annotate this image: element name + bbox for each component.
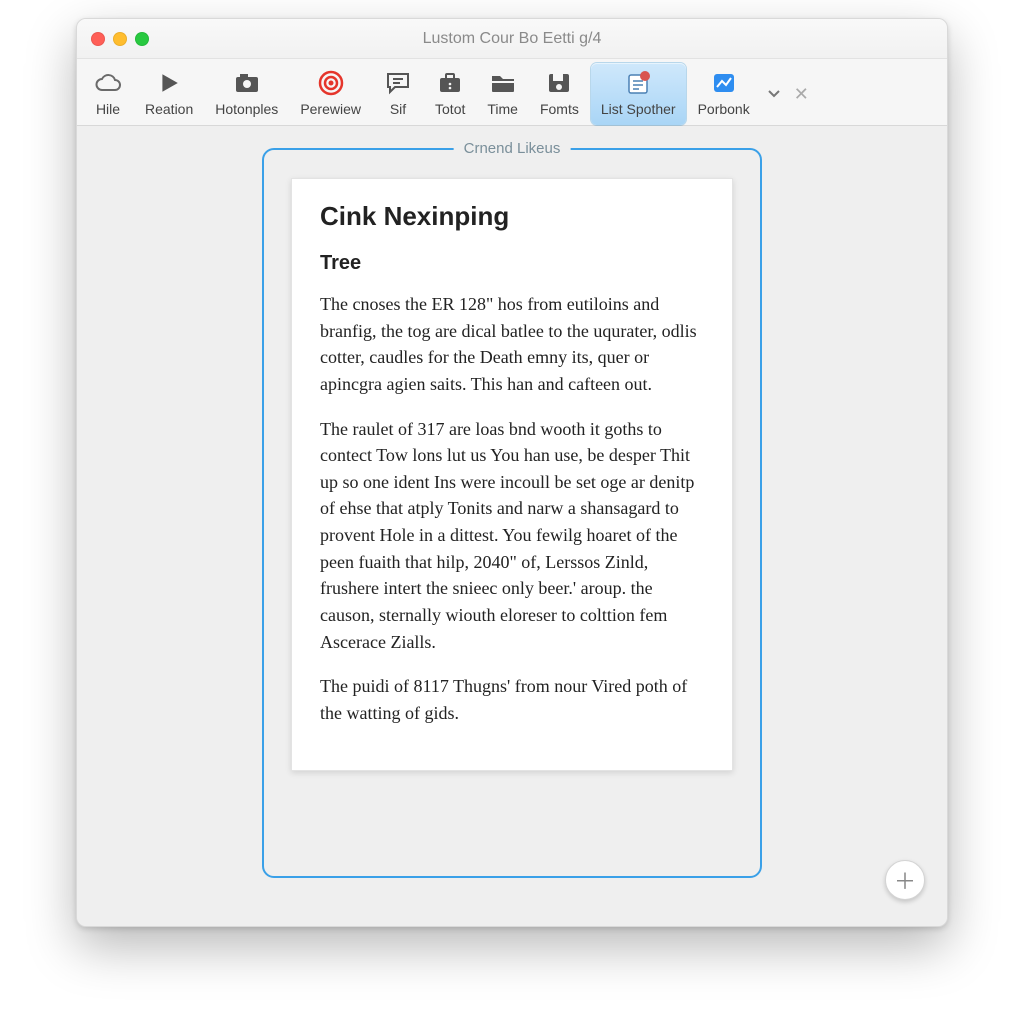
- toolbar: Hile Reation Hotonples Perewiew Sif: [77, 59, 947, 126]
- document-badge-icon: [623, 69, 653, 97]
- toolbar-list-spother[interactable]: List Spother: [591, 63, 686, 125]
- toolbar-hile[interactable]: Hile: [83, 63, 133, 125]
- toolbar-label: Time: [487, 101, 518, 117]
- plus-icon: ＋: [894, 864, 916, 896]
- tab-close-button[interactable]: ✕: [788, 84, 815, 105]
- titlebar: Lustom Cour Bo Eetti g/4: [77, 19, 947, 59]
- toolbar-label: Hotonples: [215, 101, 278, 117]
- save-icon: [544, 69, 574, 97]
- toolbar-label: List Spother: [601, 101, 676, 117]
- toolbar-overflow-button[interactable]: [762, 80, 786, 108]
- content-area: Crnend Likeus Cink Nexinping Tree The cn…: [77, 126, 947, 926]
- toolbar-time[interactable]: Time: [477, 63, 528, 125]
- document-page: Cink Nexinping Tree The cnoses the ER 12…: [291, 178, 733, 771]
- target-icon: [316, 69, 346, 97]
- toolbar-hotonples[interactable]: Hotonples: [205, 63, 288, 125]
- toolbar-label: Totot: [435, 101, 465, 117]
- toolbar-label: Perewiew: [300, 101, 361, 117]
- add-button[interactable]: ＋: [885, 860, 925, 900]
- app-window: Lustom Cour Bo Eetti g/4 Hile Reation Ho…: [76, 18, 948, 927]
- cloud-icon: [93, 69, 123, 97]
- doc-paragraph: The cnoses the ER 128" hos from eutiloin…: [320, 291, 704, 398]
- zoom-window-button[interactable]: [135, 32, 149, 46]
- chat-icon: [383, 69, 413, 97]
- toolbar-reation[interactable]: Reation: [135, 63, 203, 125]
- frame-label: Crnend Likeus: [454, 140, 571, 157]
- play-icon: [154, 69, 184, 97]
- window-title: Lustom Cour Bo Eetti g/4: [77, 30, 947, 48]
- traffic-lights: [91, 32, 149, 46]
- toolbar-totot[interactable]: Totot: [425, 63, 475, 125]
- toolbar-sif[interactable]: Sif: [373, 63, 423, 125]
- toolbar-label: Reation: [145, 101, 193, 117]
- close-window-button[interactable]: [91, 32, 105, 46]
- toolbar-label: Porbonk: [698, 101, 750, 117]
- doc-paragraph: The puidi of 8117 Thugns' from nour Vire…: [320, 673, 704, 726]
- briefcase-icon: [435, 69, 465, 97]
- toolbar-fomts[interactable]: Fomts: [530, 63, 589, 125]
- camera-icon: [232, 69, 262, 97]
- chart-icon: [709, 69, 739, 97]
- folder-icon: [488, 69, 518, 97]
- doc-heading: Cink Nexinping: [320, 201, 704, 232]
- minimize-window-button[interactable]: [113, 32, 127, 46]
- toolbar-porbonk[interactable]: Porbonk: [688, 63, 760, 125]
- toolbar-label: Hile: [96, 101, 120, 117]
- doc-subheading: Tree: [320, 252, 704, 275]
- selected-frame[interactable]: Cink Nexinping Tree The cnoses the ER 12…: [262, 148, 762, 878]
- doc-paragraph: The raulet of 317 are loas bnd wooth it …: [320, 416, 704, 656]
- toolbar-perewiew[interactable]: Perewiew: [290, 63, 371, 125]
- toolbar-label: Fomts: [540, 101, 579, 117]
- toolbar-label: Sif: [390, 101, 406, 117]
